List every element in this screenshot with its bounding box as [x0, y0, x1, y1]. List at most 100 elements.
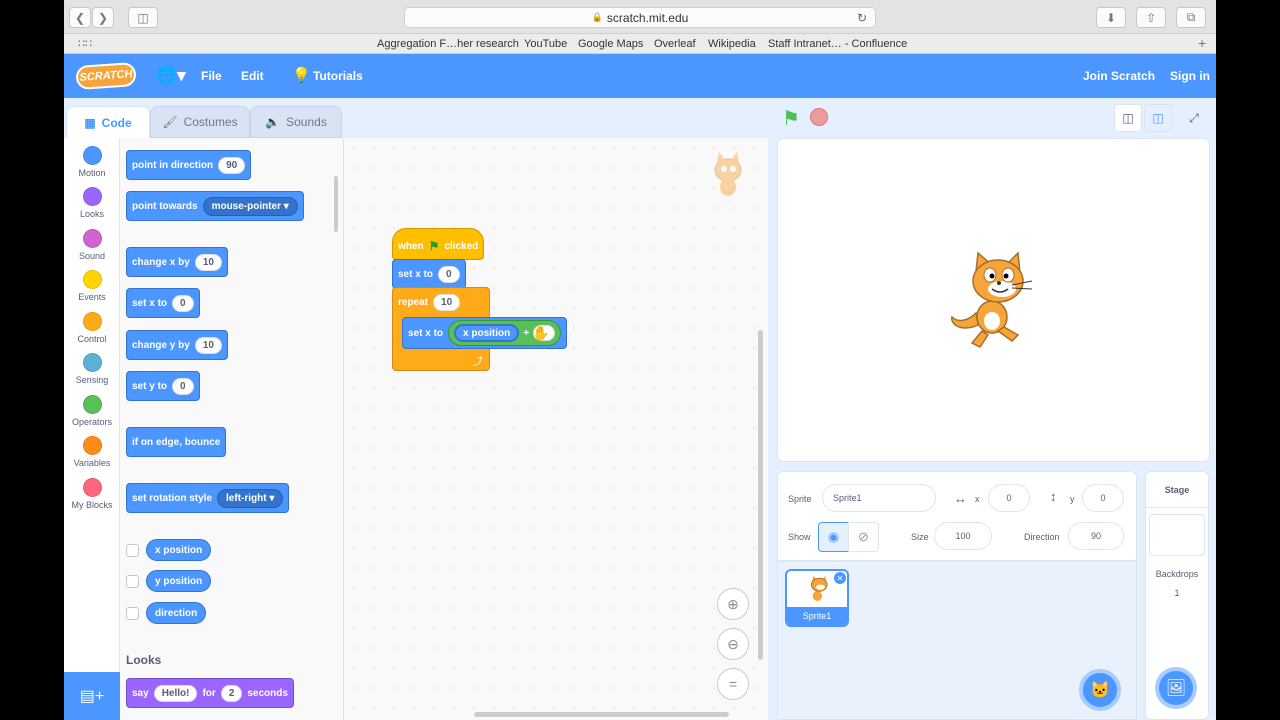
- size-label: Size: [911, 532, 929, 542]
- block-input[interactable]: 0: [172, 294, 194, 312]
- sprite-thumbnail[interactable]: Sprite1 ✕: [785, 569, 849, 627]
- reload-icon[interactable]: ↻: [857, 11, 867, 25]
- category-variables[interactable]: Variables: [64, 432, 120, 472]
- small-stage-icon[interactable]: ◫: [1114, 104, 1142, 132]
- category-control[interactable]: Control: [64, 308, 120, 348]
- block-input[interactable]: Hello!: [153, 684, 198, 702]
- stop-icon[interactable]: [810, 108, 828, 126]
- block-input[interactable]: 90: [218, 156, 246, 174]
- block-point-towards[interactable]: point towards mouse-pointer ▾: [126, 191, 304, 221]
- block-input[interactable]: 0: [438, 265, 460, 283]
- script-set-x[interactable]: set x to 0: [392, 259, 466, 289]
- bookmark-item[interactable]: Aggregation F…her research: [377, 38, 519, 50]
- zoom-out-icon[interactable]: ⊖: [717, 628, 749, 660]
- category-operators[interactable]: Operators: [64, 391, 120, 431]
- large-stage-icon[interactable]: ◫: [1144, 104, 1172, 132]
- bookmark-item[interactable]: Staff Intranet… - Confluence: [768, 38, 907, 50]
- top-sites-icon[interactable]: ∷∷: [78, 37, 92, 50]
- plus-operator: +: [523, 327, 530, 339]
- category-motion[interactable]: Motion: [64, 142, 120, 182]
- block-input[interactable]: 0: [172, 377, 194, 395]
- delete-sprite-icon[interactable]: ✕: [834, 572, 846, 584]
- palette-scrollbar[interactable]: [334, 176, 338, 232]
- block-say-for-seconds[interactable]: say Hello! for 2 seconds: [126, 678, 294, 708]
- block-dropdown[interactable]: left-right ▾: [217, 488, 284, 508]
- backdrop-thumbnail[interactable]: [1149, 514, 1205, 556]
- forward-icon[interactable]: ❯: [92, 7, 114, 28]
- tab-costumes[interactable]: 🖌 Costumes: [150, 106, 250, 138]
- category-events[interactable]: Events: [64, 266, 120, 306]
- stage-selector-panel[interactable]: Stage Backdrops 1 🖼: [1145, 471, 1209, 720]
- sidebar-toggle-icon[interactable]: ◫: [128, 7, 158, 28]
- category-my-blocks[interactable]: My Blocks: [64, 474, 120, 514]
- brush-icon: 🖌: [162, 115, 178, 129]
- green-flag-icon[interactable]: ⚑: [782, 106, 800, 131]
- tabs-overview-icon[interactable]: ⧉: [1176, 7, 1206, 28]
- block-set-rotation-style[interactable]: set rotation style left-right ▾: [126, 483, 290, 513]
- menu-tutorials[interactable]: Tutorials: [313, 69, 363, 83]
- tab-sounds[interactable]: 🔈 Sounds: [250, 106, 342, 138]
- share-icon[interactable]: ⇧: [1136, 7, 1166, 28]
- bookmark-item[interactable]: YouTube: [524, 38, 567, 50]
- bookmark-item[interactable]: Wikipedia: [708, 38, 756, 50]
- reporter-x-position[interactable]: x position: [454, 324, 520, 342]
- category-label: Operators: [71, 417, 113, 427]
- new-tab-icon[interactable]: +: [1198, 35, 1206, 51]
- downloads-icon[interactable]: ⬇: [1096, 7, 1126, 28]
- block-set-x[interactable]: set x to 0: [126, 288, 200, 318]
- stage-canvas[interactable]: [777, 138, 1210, 462]
- bookmark-item[interactable]: Google Maps: [578, 38, 643, 50]
- checkbox-x-position[interactable]: [126, 544, 139, 557]
- block-change-y[interactable]: change y by 10: [126, 330, 228, 360]
- choose-sprite-icon[interactable]: 🐱: [1079, 669, 1121, 711]
- sign-in-link[interactable]: Sign in: [1170, 69, 1210, 83]
- menu-edit[interactable]: Edit: [241, 69, 264, 83]
- checkbox-direction[interactable]: [126, 607, 139, 620]
- language-globe-icon[interactable]: 🌐▾: [156, 66, 186, 86]
- block-input[interactable]: 10: [194, 253, 222, 271]
- reporter-x-position[interactable]: x position: [146, 539, 212, 561]
- sprite-name-input[interactable]: Sprite1: [822, 484, 936, 512]
- workspace-vertical-scrollbar[interactable]: [758, 330, 763, 660]
- script-workspace[interactable]: when ⚑ clicked set x to 0 repeat 10 ⤴ set …: [344, 138, 768, 720]
- zoom-reset-icon[interactable]: =: [717, 668, 749, 700]
- size-input[interactable]: 100: [934, 522, 992, 550]
- category-sound[interactable]: Sound: [64, 225, 120, 265]
- category-looks[interactable]: Looks: [64, 183, 120, 223]
- direction-input[interactable]: 90: [1068, 522, 1124, 550]
- address-bar[interactable]: 🔒 scratch.mit.edu ↻: [404, 7, 876, 28]
- stage-panel-title: Stage: [1146, 472, 1208, 508]
- zoom-in-icon[interactable]: ⊕: [717, 588, 749, 620]
- block-input[interactable]: 10: [194, 336, 222, 354]
- menu-file[interactable]: File: [201, 69, 222, 83]
- block-dropdown[interactable]: mouse-pointer ▾: [202, 196, 298, 216]
- speaker-icon: 🔈: [265, 115, 281, 129]
- block-input[interactable]: 10: [433, 294, 461, 311]
- y-input[interactable]: 0: [1082, 484, 1124, 512]
- reporter-y-position[interactable]: y position: [146, 570, 212, 592]
- checkbox-y-position[interactable]: [126, 575, 139, 588]
- workspace-horizontal-scrollbar[interactable]: [474, 712, 729, 717]
- join-scratch-link[interactable]: Join Scratch: [1083, 69, 1155, 83]
- back-icon[interactable]: ❮: [69, 7, 91, 28]
- block-input[interactable]: 2: [220, 684, 243, 702]
- sprite-label: Sprite: [788, 494, 812, 504]
- choose-backdrop-icon[interactable]: 🖼: [1155, 667, 1197, 709]
- add-extension-icon[interactable]: ▤+: [64, 672, 120, 720]
- block-point-in-direction[interactable]: point in direction 90: [126, 150, 252, 180]
- hide-eye-icon[interactable]: ⊘: [848, 522, 879, 552]
- fullscreen-icon[interactable]: ⤢: [1180, 104, 1208, 132]
- x-input[interactable]: 0: [988, 484, 1030, 512]
- show-eye-icon[interactable]: ◉: [818, 522, 849, 552]
- bookmark-item[interactable]: Overleaf: [654, 38, 696, 50]
- bookmarks-bar: ∷∷ Aggregation F…her research YouTube Go…: [64, 34, 1216, 54]
- block-palette: point in direction 90 point towards mouse-…: [120, 138, 344, 720]
- block-change-x[interactable]: change x by 10: [126, 247, 228, 277]
- block-if-on-edge-bounce[interactable]: if on edge, bounce: [126, 427, 227, 457]
- reporter-direction[interactable]: direction: [146, 602, 207, 624]
- scratch-logo[interactable]: SCRATCH: [75, 61, 137, 91]
- block-set-y[interactable]: set y to 0: [126, 371, 200, 401]
- tab-code[interactable]: ▦ Code: [66, 106, 150, 138]
- category-sensing[interactable]: Sensing: [64, 349, 120, 389]
- script-when-flag-clicked[interactable]: when ⚑ clicked: [392, 228, 485, 260]
